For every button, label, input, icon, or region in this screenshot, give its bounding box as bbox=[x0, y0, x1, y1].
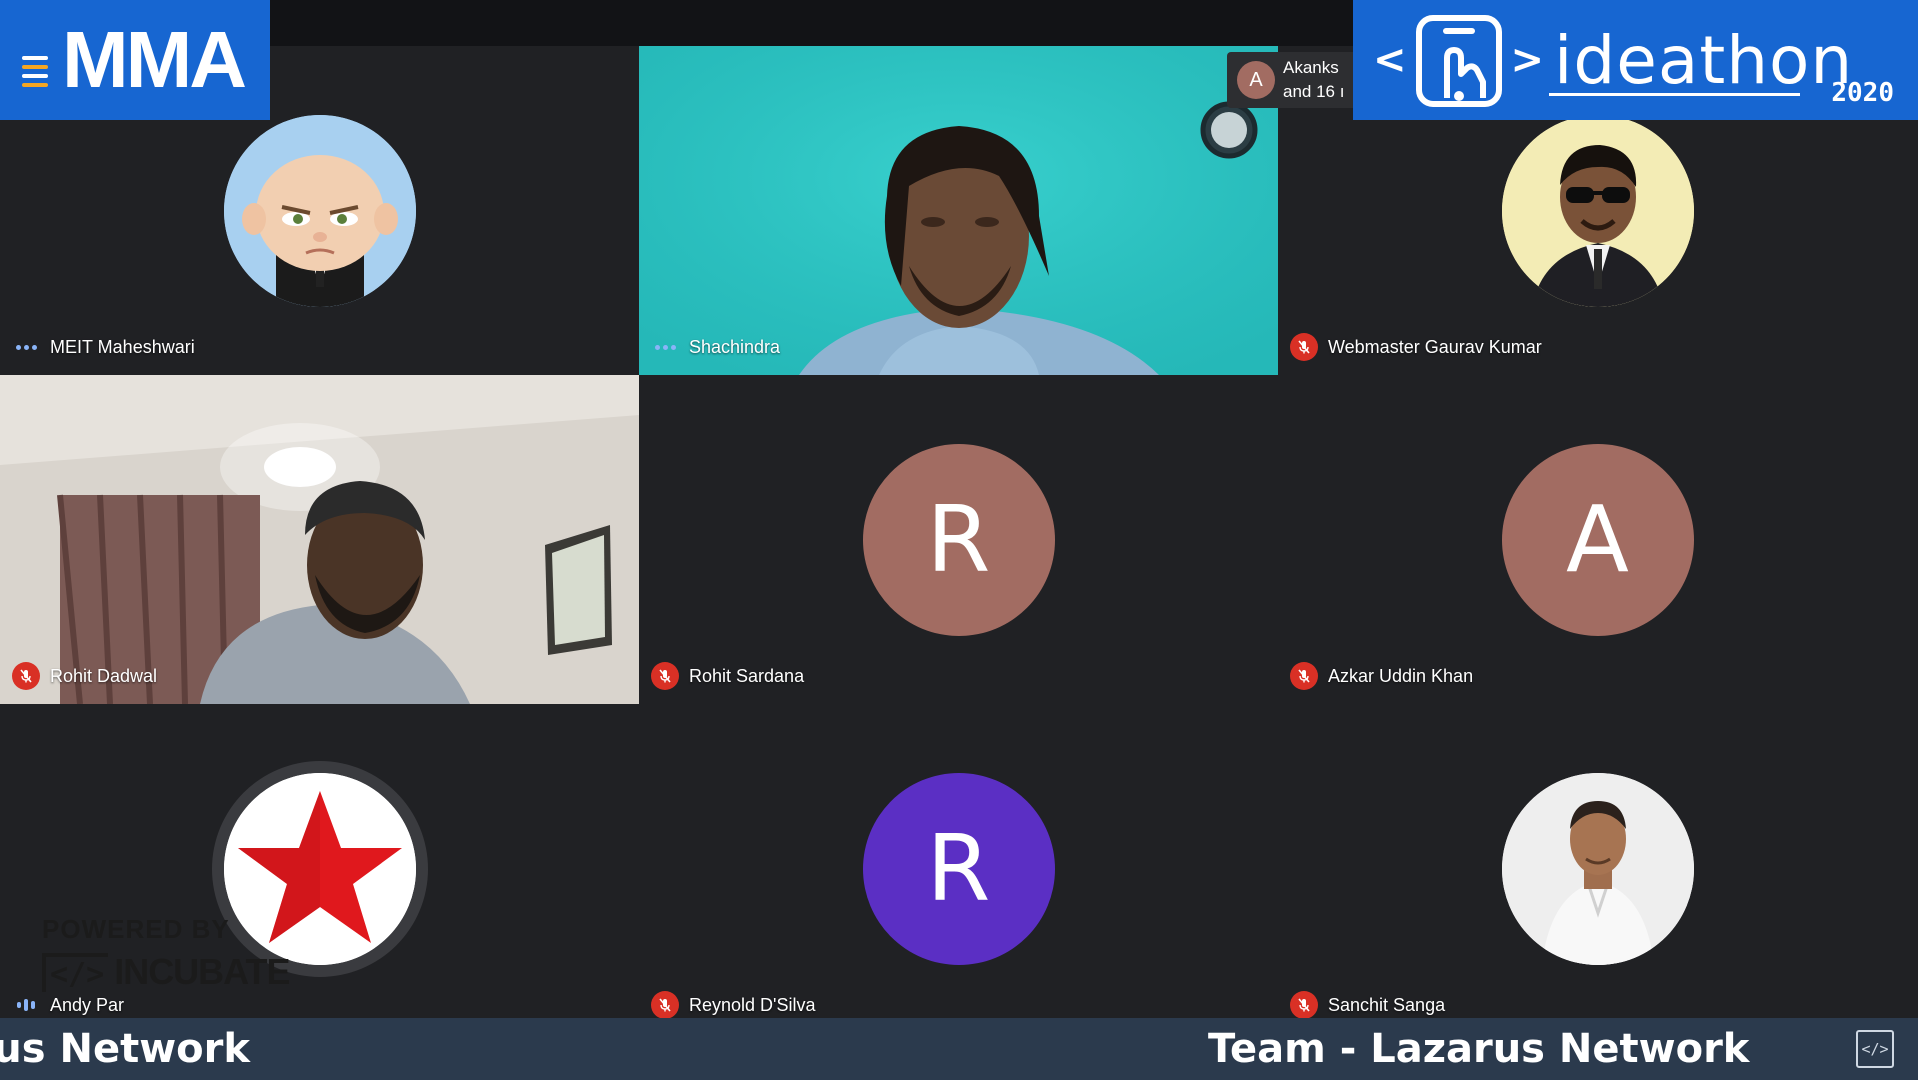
powered-by-watermark: POWERED BY </> INCUBATE bbox=[42, 914, 291, 1018]
embed-code-icon[interactable]: </> bbox=[1856, 1030, 1894, 1068]
mic-muted-icon bbox=[1290, 662, 1318, 690]
mic-muted-icon bbox=[651, 991, 679, 1019]
ideathon-title: ideathon bbox=[1554, 21, 1854, 99]
participant-tile[interactable]: R Rohit Sardana bbox=[639, 375, 1278, 704]
more-options-icon[interactable] bbox=[12, 333, 40, 361]
mic-muted-icon bbox=[1290, 333, 1318, 361]
avatar-letter: A bbox=[1566, 485, 1629, 593]
baby-boss-avatar-icon bbox=[223, 114, 416, 307]
mic-muted-icon bbox=[651, 662, 679, 690]
avatar-letter: R bbox=[926, 485, 991, 593]
letter-avatar: A bbox=[1501, 443, 1694, 636]
letter-avatar: R bbox=[862, 443, 1055, 636]
participant-video-feed bbox=[639, 46, 1278, 375]
letter-avatar: R bbox=[862, 772, 1055, 965]
incubate-logo: </> INCUBATE bbox=[42, 951, 291, 993]
participant-video-feed bbox=[0, 375, 639, 704]
powered-by-label: POWERED BY bbox=[42, 914, 230, 944]
participant-namebar: Reynold D'Silva bbox=[651, 991, 816, 1019]
incubate-logo-text: INCUBATE bbox=[114, 951, 290, 992]
hand-tap-icon bbox=[1415, 15, 1502, 107]
participant-name: MEIT Maheshwari bbox=[50, 336, 195, 357]
mic-muted-icon bbox=[1290, 991, 1318, 1019]
man-sunglasses-avatar-icon bbox=[1501, 114, 1694, 307]
code-bracket-icon: </> bbox=[42, 952, 109, 992]
man-white-shirt-avatar-icon bbox=[1501, 772, 1694, 965]
participant-name: Azkar Uddin Khan bbox=[1328, 665, 1474, 686]
participant-tile[interactable]: Sanchit Sanga bbox=[1278, 704, 1917, 1033]
participant-name: Reynold D'Silva bbox=[689, 994, 816, 1015]
ticker-text: Team - Lazarus Network bbox=[1208, 1026, 1750, 1072]
participant-namebar: Webmaster Gaurav Kumar bbox=[1290, 333, 1542, 361]
participant-namebar: Shachindra bbox=[651, 333, 780, 361]
mma-logo: MMA bbox=[0, 0, 270, 120]
more-options-icon[interactable] bbox=[651, 333, 679, 361]
participant-tile[interactable]: A Azkar Uddin Khan bbox=[1278, 375, 1917, 704]
participant-tile[interactable]: Shachindra bbox=[639, 46, 1278, 375]
chevron-right-icon: > bbox=[1510, 37, 1545, 83]
participant-namebar: Rohit Sardana bbox=[651, 662, 804, 690]
more-participants-chip[interactable]: A Akanks and 16 ı bbox=[1227, 52, 1353, 108]
participant-name: Webmaster Gaurav Kumar bbox=[1328, 336, 1542, 357]
mma-stripes-icon bbox=[22, 55, 48, 87]
participant-namebar: Sanchit Sanga bbox=[1290, 991, 1445, 1019]
participant-namebar: MEIT Maheshwari bbox=[12, 333, 195, 361]
participant-namebar: Azkar Uddin Khan bbox=[1290, 662, 1473, 690]
participant-name: Shachindra bbox=[689, 336, 781, 357]
avatar: A bbox=[1237, 61, 1275, 99]
avatar-letter: R bbox=[926, 814, 991, 922]
bottom-ticker: rus Network Team - Lazarus Network </> bbox=[0, 1018, 1918, 1080]
mma-logo-text: MMA bbox=[62, 15, 247, 104]
participant-tile[interactable]: Rohit Dadwal bbox=[0, 375, 639, 704]
participant-tile[interactable]: R Reynold D'Silva bbox=[639, 704, 1278, 1033]
ideathon-logo: < > ideathon 2020 bbox=[1353, 0, 1918, 120]
ticker-text: rus Network bbox=[0, 1026, 250, 1072]
participant-name: Rohit Sardana bbox=[689, 665, 805, 686]
chevron-left-icon: < bbox=[1373, 37, 1407, 83]
participant-namebar: Rohit Dadwal bbox=[12, 662, 157, 690]
more-participants-text: Akanks and 16 ı bbox=[1283, 58, 1345, 101]
participant-name: Sanchit Sanga bbox=[1328, 994, 1446, 1015]
ideathon-year: 2020 bbox=[1831, 78, 1894, 108]
speaking-indicator-icon bbox=[12, 991, 40, 1019]
participant-grid: MEIT Maheshwari Shachindra Webmaster Gau… bbox=[0, 46, 1918, 1033]
ideathon-underline bbox=[1549, 93, 1800, 96]
participant-name: Rohit Dadwal bbox=[50, 665, 158, 686]
mic-muted-icon bbox=[12, 662, 40, 690]
